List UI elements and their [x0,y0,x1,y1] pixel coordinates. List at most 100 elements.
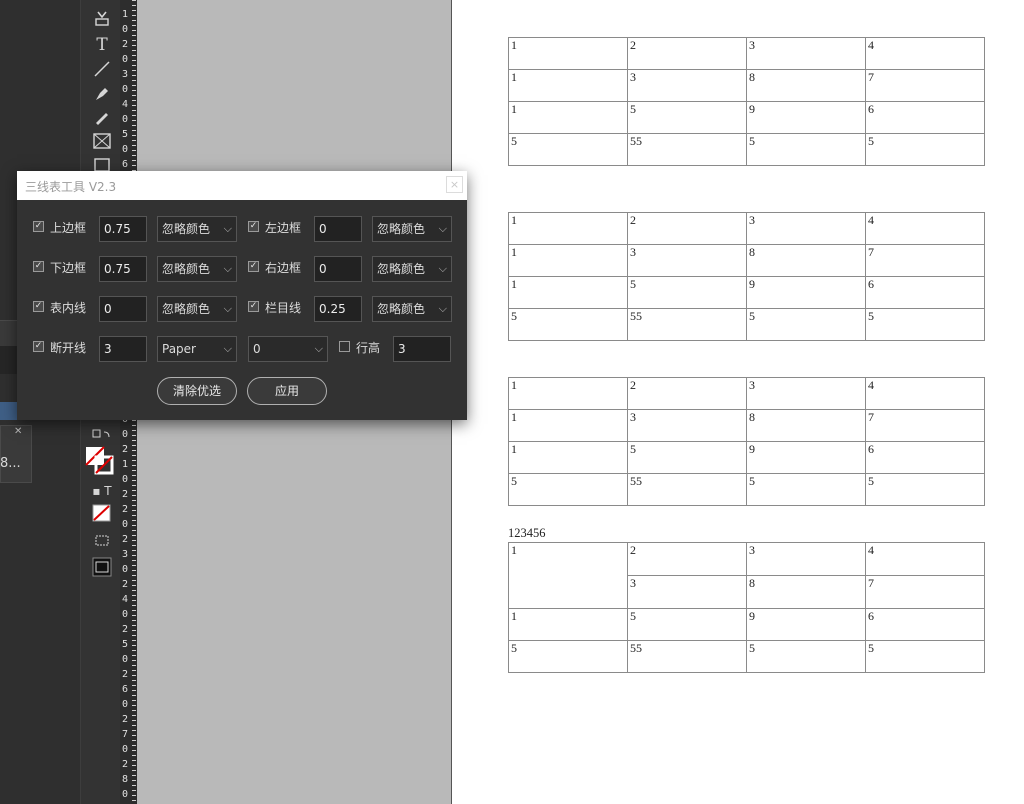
table-cell[interactable]: 1 [508,37,628,70]
table-cell[interactable]: 8 [746,575,866,609]
table-cell[interactable]: 8 [746,409,866,442]
left-border-color-select[interactable]: 忽略颜色 ⌵ [372,216,452,242]
table-cell[interactable]: 4 [865,37,985,70]
table-cell[interactable]: 9 [746,101,866,134]
table-cell[interactable]: 9 [746,276,866,309]
table-cell[interactable]: 5 [627,276,747,309]
table-cell[interactable]: 3 [746,542,866,576]
table-cell[interactable]: 5 [508,133,628,166]
table-cell[interactable]: 5 [865,308,985,341]
table-cell[interactable]: 2 [627,37,747,70]
apply-none-icon[interactable] [91,502,113,524]
table-cell[interactable]: 55 [627,133,747,166]
table-cell[interactable]: 5 [508,640,628,673]
table-cell[interactable]: 5 [865,473,985,506]
table-cell[interactable]: 6 [865,101,985,134]
column-line-color-select[interactable]: 忽略颜色 ⌵ [372,296,452,322]
table-cell[interactable]: 55 [627,473,747,506]
table-cell[interactable]: 1 [508,276,628,309]
bottom-border-width-input[interactable]: 0.75 [99,256,147,282]
close-button[interactable]: × [446,176,463,193]
table-cell[interactable]: 3 [627,244,747,277]
bottom-border-checkbox[interactable]: ✓ [33,261,44,272]
table-4[interactable]: 1 2 3 4 3 8 7 1 5 9 6 5 55 5 5 [508,542,985,673]
table-cell[interactable]: 1 [508,244,628,277]
table-cell[interactable]: 4 [865,542,985,576]
column-line-width-input[interactable]: 0.25 [314,296,362,322]
table-cell[interactable]: 3 [746,377,866,410]
row-height-input[interactable]: 3 [393,336,451,362]
table-cell[interactable]: 1 [508,377,628,410]
top-border-color-select[interactable]: 忽略颜色 ⌵ [157,216,237,242]
formatting-container-icon[interactable]: ▪ T [91,480,113,502]
table-cell[interactable]: 8 [746,69,866,102]
table-cell[interactable]: 3 [627,575,747,609]
table-cell[interactable]: 6 [865,608,985,641]
table-1[interactable]: 1 2 3 4 1 3 8 7 1 5 9 6 5 55 5 5 [508,37,985,166]
rectangle-frame-icon[interactable] [91,130,113,152]
table-cell[interactable]: 5 [746,133,866,166]
column-line-checkbox[interactable]: ✓ [248,301,259,312]
break-line-input[interactable]: 3 [99,336,147,362]
table-cell[interactable]: 1 [508,69,628,102]
table-cell[interactable]: 55 [627,640,747,673]
table-cell[interactable]: 5 [865,640,985,673]
tint-select[interactable]: 0 ⌵ [248,336,328,362]
table-cell[interactable]: 7 [865,575,985,609]
table-cell[interactable]: 2 [627,542,747,576]
table-caption[interactable]: 123456 [508,526,546,541]
inner-line-width-input[interactable]: 0 [99,296,147,322]
row-height-checkbox[interactable] [339,341,350,352]
swap-colors-icon[interactable] [91,424,113,446]
inner-line-checkbox[interactable]: ✓ [33,301,44,312]
table-cell[interactable]: 2 [627,212,747,245]
table-cell[interactable]: 1 [508,608,628,641]
table-cell[interactable]: 3 [746,37,866,70]
table-cell[interactable]: 5 [627,101,747,134]
top-border-checkbox[interactable]: ✓ [33,221,44,232]
break-line-checkbox[interactable]: ✓ [33,341,44,352]
screen-mode-icon[interactable] [91,530,113,552]
table-cell[interactable]: 3 [627,69,747,102]
line-tool-icon[interactable] [91,58,113,80]
table-cell[interactable]: 1 [508,212,628,245]
table-cell[interactable]: 6 [865,441,985,474]
dialog-title-bar[interactable]: 三线表工具 V2.3 × [17,171,467,200]
table-cell[interactable]: 7 [865,409,985,442]
table-cell[interactable]: 5 [746,473,866,506]
table-cell[interactable]: 1 [508,441,628,474]
table-cell[interactable]: 5 [746,640,866,673]
table-cell[interactable]: 4 [865,377,985,410]
table-3[interactable]: 1 2 3 4 1 3 8 7 1 5 9 6 5 55 5 5 [508,377,985,506]
table-cell[interactable]: 9 [746,608,866,641]
type-tool-icon[interactable]: T [91,34,113,56]
table-cell[interactable]: 5 [508,473,628,506]
table-cell[interactable]: 1 [508,101,628,134]
close-icon[interactable]: ✕ [14,426,22,437]
table-cell[interactable]: 4 [865,212,985,245]
table-cell[interactable]: 1 [508,409,628,442]
table-cell[interactable]: 3 [746,212,866,245]
right-border-width-input[interactable]: 0 [314,256,362,282]
left-border-width-input[interactable]: 0 [314,216,362,242]
table-cell[interactable]: 55 [627,308,747,341]
table-cell[interactable]: 7 [865,69,985,102]
table-cell[interactable]: 1 [508,542,628,609]
table-cell[interactable]: 7 [865,244,985,277]
swatch-select[interactable]: Paper ⌵ [157,336,237,362]
table-2[interactable]: 1 2 3 4 1 3 8 7 1 5 9 6 5 55 5 5 [508,212,985,341]
table-cell[interactable]: 5 [865,133,985,166]
place-content-icon[interactable] [91,8,113,30]
table-cell[interactable]: 9 [746,441,866,474]
pencil-tool-icon[interactable] [91,106,113,128]
table-cell[interactable]: 5 [508,308,628,341]
apply-button[interactable]: 应用 [247,377,327,405]
table-cell[interactable]: 6 [865,276,985,309]
bottom-border-color-select[interactable]: 忽略颜色 ⌵ [157,256,237,282]
table-cell[interactable]: 3 [627,409,747,442]
table-cell[interactable]: 2 [627,377,747,410]
preview-mode-icon[interactable] [91,556,113,578]
fill-stroke-icon[interactable] [85,446,114,475]
table-cell[interactable]: 5 [627,608,747,641]
table-cell[interactable]: 5 [746,308,866,341]
